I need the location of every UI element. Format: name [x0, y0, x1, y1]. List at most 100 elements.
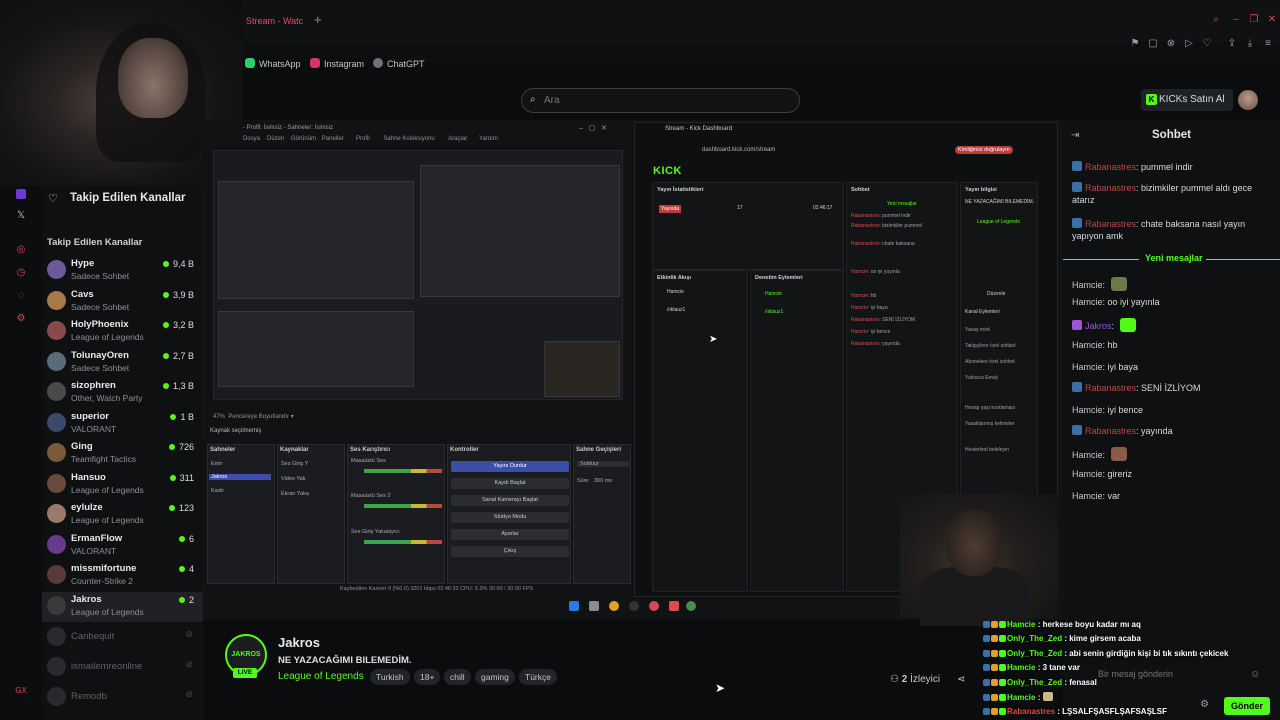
sidebar-channel[interactable]: superior VALORANT 1 B: [42, 409, 203, 439]
scene-item[interactable]: Kadır: [211, 488, 224, 494]
chrome-icon[interactable]: [609, 601, 619, 611]
dash-edit-button[interactable]: Düzenle: [987, 291, 1005, 297]
obs-menu-item[interactable]: Dosya: [243, 136, 260, 142]
chat-username[interactable]: Hamcie: [1072, 362, 1103, 372]
settings-icon[interactable]: ⚙: [15, 313, 27, 325]
obs-menu-item[interactable]: Araçlar: [448, 136, 467, 142]
sidebar-channel[interactable]: eylulze League of Legends 123: [42, 500, 203, 530]
sidebar-channel[interactable]: missmifortune Counter-Strike 2 4: [42, 561, 203, 591]
obs-menu-item[interactable]: Paneller: [322, 136, 344, 142]
emoji-icon[interactable]: ☺: [1250, 669, 1260, 680]
search-tab-icon[interactable]: ⌕: [1209, 14, 1223, 26]
scene-item-active[interactable]: Jakros: [209, 474, 271, 480]
x-icon[interactable]: 𝕏: [15, 210, 27, 222]
source-item[interactable]: Video Yak: [281, 476, 305, 482]
extension-icon[interactable]: ⊗: [1165, 38, 1177, 50]
sidebar-channel[interactable]: HolyPhoenix League of Legends 3,2 B: [42, 317, 203, 347]
heart-outline-icon[interactable]: ♡: [1201, 38, 1213, 50]
obs-settings-button[interactable]: Ayarlar: [451, 529, 569, 540]
spiral-icon[interactable]: ◌: [15, 290, 27, 302]
studio-mode-button[interactable]: Stüdyo Modu: [451, 512, 569, 523]
sidebar-channel[interactable]: Cavs Sadece Sohbet 3,9 B: [42, 287, 203, 317]
chat-username[interactable]: Hamcie: [1072, 280, 1103, 290]
download-icon[interactable]: ⤓: [1244, 38, 1256, 50]
chat-username[interactable]: Hamcie: [1072, 450, 1103, 460]
bookmark-whatsapp[interactable]: WhatsApp: [245, 58, 301, 69]
bookmark-icon[interactable]: ⚑: [1129, 38, 1141, 50]
install-icon[interactable]: ⇪: [1226, 38, 1238, 50]
channel-name: Cavs: [71, 288, 94, 300]
share-icon[interactable]: ⋖: [957, 674, 965, 685]
play-icon[interactable]: ▷: [1183, 38, 1195, 50]
sidebar-channel-offline[interactable]: Canbequit ⊘: [42, 623, 203, 653]
sidebar-channel[interactable]: sizophren Other, Watch Party 1,3 B: [42, 378, 203, 408]
clock-icon[interactable]: ◷: [15, 267, 27, 279]
transition-select[interactable]: Solduur: [577, 461, 629, 467]
menu-icon[interactable]: ≡: [1262, 38, 1274, 50]
tag-turkish[interactable]: Turkish: [370, 669, 410, 685]
opera-icon[interactable]: [649, 601, 659, 611]
scene-item[interactable]: Emir: [211, 461, 222, 467]
source-item[interactable]: Ses Giriş Y: [281, 461, 308, 467]
gx-icon[interactable]: GX: [15, 686, 27, 698]
windows-start-icon[interactable]: [569, 601, 579, 611]
sidebar-channel-offline[interactable]: ismailemreonline ⊘: [42, 653, 203, 683]
bookmark-chatgpt[interactable]: ChatGPT: [373, 58, 425, 69]
streamer-name[interactable]: Jakros: [278, 635, 320, 650]
exit-button[interactable]: Çıkış: [451, 546, 569, 557]
chat-username[interactable]: Hamcie: [1072, 340, 1103, 350]
sidebar-channel[interactable]: Hansuo League of Legends 311: [42, 470, 203, 500]
duration-value[interactable]: 300 ms: [594, 478, 612, 484]
chat-username[interactable]: Rabanastres: [1085, 383, 1136, 393]
sidebar-channel[interactable]: ErmanFlow VALORANT 6: [42, 531, 203, 561]
bookmark-instagram[interactable]: Instagram: [310, 58, 364, 69]
chat-settings-icon[interactable]: ⚙: [1200, 699, 1209, 710]
chat-username[interactable]: Rabanastres: [1085, 183, 1136, 193]
chat-title: Sohbet: [1152, 129, 1191, 141]
circle-icon[interactable]: ◎: [15, 244, 27, 256]
tag-gaming[interactable]: gaming: [475, 669, 515, 685]
search-input[interactable]: [544, 93, 784, 107]
chat-username[interactable]: Jakros: [1085, 321, 1112, 331]
tag-18plus[interactable]: 18+: [414, 669, 441, 685]
chat-username[interactable]: Rabanastres: [1085, 219, 1136, 229]
user-avatar[interactable]: [1238, 90, 1258, 110]
twitch-icon[interactable]: [16, 189, 26, 199]
sidebar-channel[interactable]: Jakros League of Legends 2: [42, 591, 203, 622]
start-recording-button[interactable]: Kaydı Başlat: [451, 478, 569, 489]
stop-stream-button[interactable]: Yayını Durdur: [451, 461, 569, 472]
chat-username[interactable]: Rabanastres: [1085, 162, 1136, 172]
source-item[interactable]: Ekran Yaka: [281, 491, 309, 497]
minimize-icon[interactable]: –: [1229, 14, 1243, 26]
browser-tab-active[interactable]: Stream - Watc: [243, 10, 309, 32]
tag-turkce[interactable]: Türkçe: [519, 669, 557, 685]
chat-username[interactable]: Hamcie: [1072, 469, 1103, 479]
tag-chill[interactable]: chill: [444, 669, 471, 685]
obs-menu-item[interactable]: Profil: [356, 136, 370, 142]
sidebar-channel[interactable]: TolunayOren Sadece Sohbet 2,7 B: [42, 348, 203, 378]
sidebar-channel-offline[interactable]: Remodb ⊘: [42, 683, 203, 713]
sidebar-channel[interactable]: Hype Sadece Sohbet 9,4 B: [42, 256, 203, 286]
send-button[interactable]: Gönder: [1224, 697, 1270, 715]
app-icon[interactable]: [669, 601, 679, 611]
obs-menu-item[interactable]: Sahne Koleksiyonu: [383, 136, 434, 142]
obs-icon[interactable]: [629, 601, 639, 611]
sidebar-channel[interactable]: Ging Teamfight Tactics 726: [42, 439, 203, 469]
chat-username[interactable]: Hamcie: [1072, 297, 1103, 307]
obs-menu-item[interactable]: Yardım: [479, 136, 498, 142]
chat-username[interactable]: Hamcie: [1072, 405, 1103, 415]
virtual-camera-button[interactable]: Sanal Kamerayı Başlat: [451, 495, 569, 506]
app-icon[interactable]: [686, 601, 696, 611]
chat-username[interactable]: Rabanastres: [1085, 426, 1136, 436]
close-window-icon[interactable]: ✕: [1265, 14, 1279, 26]
stream-category[interactable]: League of Legends: [278, 671, 364, 682]
obs-menu-item[interactable]: Düzen: [267, 136, 284, 142]
chat-username[interactable]: Hamcie: [1072, 491, 1103, 501]
new-tab-icon[interactable]: +: [314, 12, 322, 27]
obs-menu-item[interactable]: Görünüm: [291, 136, 316, 142]
buy-kicks-button[interactable]: K KICKs Satın Al: [1141, 89, 1233, 111]
file-explorer-icon[interactable]: [589, 601, 599, 611]
maximize-icon[interactable]: ❐: [1247, 14, 1261, 26]
chat-input[interactable]: [1098, 665, 1268, 683]
screenshot-icon[interactable]: ▢: [1147, 38, 1159, 50]
